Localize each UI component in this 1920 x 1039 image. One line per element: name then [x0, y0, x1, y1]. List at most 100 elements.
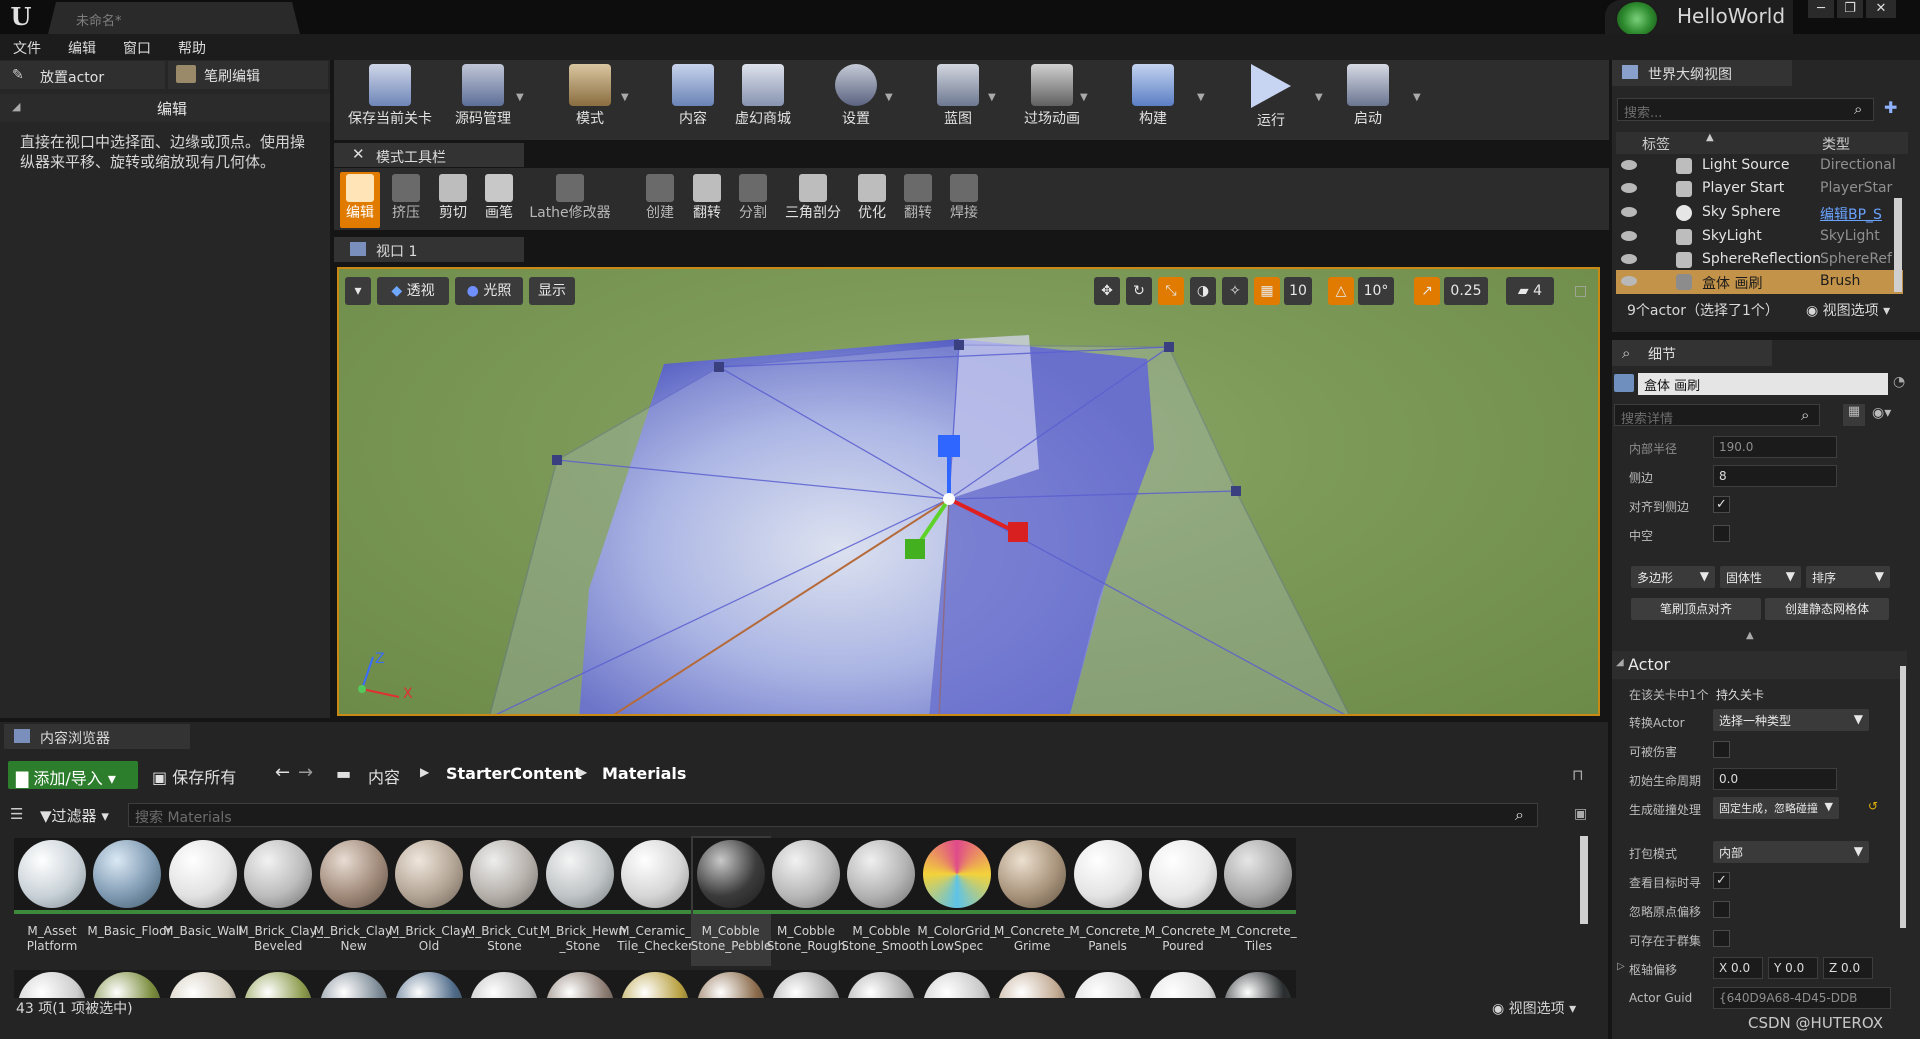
perspective-button[interactable]: ◆ 透视	[377, 277, 449, 305]
sides-field[interactable]: 8	[1713, 465, 1837, 487]
asset-tile[interactable]	[843, 970, 920, 998]
settings-button[interactable]: 设置	[821, 60, 891, 138]
asset-tile[interactable]	[541, 970, 618, 998]
menu-window[interactable]: 窗口	[123, 38, 151, 58]
modes-button[interactable]: 模式	[555, 60, 625, 138]
eye-icon[interactable]	[1621, 276, 1637, 286]
outliner-row[interactable]: Light Source Directional	[1616, 154, 1903, 178]
create-static-mesh-button[interactable]: 创建静态网格体	[1765, 598, 1889, 620]
hollow-checkbox[interactable]	[1713, 525, 1730, 542]
breadcrumb-content[interactable]: 内容	[368, 764, 400, 788]
col-label-header[interactable]: 标签	[1642, 134, 1670, 154]
asset-tile[interactable]	[391, 970, 467, 998]
content-search-input[interactable]: 搜索 Materials ⌕	[128, 803, 1538, 827]
chevron-down-icon[interactable]: ▼	[988, 92, 996, 103]
polygon-combo[interactable]: 多边形 ▼	[1631, 566, 1715, 588]
view-options-eye-icon[interactable]: ◉▾	[1872, 405, 1891, 421]
blueprints-button[interactable]: 蓝图	[923, 60, 993, 138]
rotation-snap-value[interactable]: 10°	[1358, 277, 1394, 305]
edit-section-header[interactable]: ◢ 编辑	[0, 94, 330, 122]
asset-tile[interactable]: M_ColorGrid_ LowSpec	[917, 836, 997, 966]
object-name-field[interactable]: 盒体 画刷	[1638, 373, 1888, 395]
menu-file[interactable]: 文件	[13, 38, 41, 58]
scale-snap-value[interactable]: 0.25	[1444, 277, 1488, 305]
sources-toggle-icon[interactable]: ☰	[10, 805, 23, 823]
chevron-down-icon[interactable]: ▼	[1315, 92, 1323, 103]
content-scrollbar[interactable]	[1580, 836, 1588, 924]
launch-button[interactable]: 启动	[1333, 60, 1403, 138]
tab-brush-edit[interactable]: 笔刷编辑	[168, 61, 328, 89]
property-matrix-icon[interactable]: ▦	[1843, 404, 1865, 426]
viewport-options-button[interactable]: ▾	[345, 277, 371, 305]
turn-button[interactable]: 翻转	[898, 172, 938, 228]
chevron-down-icon[interactable]: ▼	[1413, 92, 1421, 103]
solidity-combo[interactable]: 固体性 ▼	[1720, 566, 1801, 588]
marketplace-button[interactable]: 虚幻商城	[728, 60, 798, 138]
asset-tile[interactable]: M_Brick_Clay_ Beveled	[238, 836, 323, 966]
edit-mode-button[interactable]: 编辑	[340, 172, 380, 228]
align-brush-vertices-button[interactable]: 笔刷顶点对齐	[1631, 598, 1761, 620]
asset-tile[interactable]	[994, 970, 1071, 998]
optimize-button[interactable]: 优化	[852, 172, 892, 228]
weld-button[interactable]: 焊接	[944, 172, 984, 228]
menu-help[interactable]: 帮助	[178, 38, 206, 58]
content-button[interactable]: 内容	[658, 60, 728, 138]
reset-arrow-icon[interactable]: ↺	[1868, 799, 1878, 813]
outliner-view-options[interactable]: ◉ 视图选项 ▾	[1806, 300, 1890, 320]
asset-tile[interactable]: M_Cobble Stone_Pebble	[690, 836, 771, 966]
asset-tile[interactable]	[1145, 970, 1221, 998]
asset-tile[interactable]	[14, 970, 90, 998]
pen-button[interactable]: 画笔	[479, 172, 519, 228]
convert-actor-combo[interactable]: 选择一种类型 ▼	[1713, 709, 1869, 731]
eye-icon[interactable]	[1621, 160, 1637, 170]
asset-tile[interactable]: M_Basic_Wall	[163, 836, 243, 966]
asset-tile[interactable]: M_Brick_Hewn _Stone	[540, 836, 626, 966]
asset-tile[interactable]	[164, 970, 241, 998]
scale-snap-icon[interactable]: ↗	[1414, 277, 1440, 305]
breadcrumb-materials[interactable]: Materials	[602, 764, 686, 783]
asset-tile[interactable]: M_Brick_Clay_ New	[314, 836, 398, 966]
asset-tile[interactable]	[692, 970, 769, 998]
asset-tile[interactable]	[315, 970, 392, 998]
scale-tool-icon[interactable]: ⤡	[1158, 277, 1184, 305]
grid-snap-value[interactable]: 10	[1284, 277, 1312, 305]
asset-tile[interactable]	[240, 970, 317, 998]
asset-tile[interactable]: M_Basic_Floor	[87, 836, 171, 966]
eye-icon[interactable]	[1621, 207, 1637, 217]
save-search-icon[interactable]: ▣	[1574, 806, 1587, 822]
asset-tile[interactable]: M_Brick_Clay_ Old	[389, 836, 474, 966]
tab-viewport[interactable]: 视口 1	[334, 237, 524, 262]
actor-guid-field[interactable]: {640D9A68-4D45-DDB	[1713, 987, 1891, 1009]
actor-section-header[interactable]: ◢ Actor	[1612, 651, 1907, 679]
asset-tile[interactable]	[918, 970, 995, 998]
asset-tile[interactable]: M_Cobble Stone_Smooth	[841, 836, 928, 966]
order-combo[interactable]: 排序 ▼	[1806, 566, 1890, 588]
inner-radius-field[interactable]: 190.0	[1713, 436, 1837, 458]
lock-icon[interactable]: ◔	[1893, 374, 1905, 390]
eye-icon[interactable]	[1621, 254, 1637, 264]
unreal-logo-icon[interactable]: U	[6, 2, 36, 32]
asset-tile[interactable]	[1069, 970, 1146, 998]
outliner-row-selected[interactable]: 盒体 画刷 Brush	[1616, 270, 1903, 294]
pivot-z-field[interactable]: Z 0.0	[1823, 957, 1873, 979]
maximize-button[interactable]: ❐	[1837, 0, 1863, 18]
grid-snap-icon[interactable]: ▦	[1254, 277, 1280, 305]
extrude-button[interactable]: 挤压	[386, 172, 426, 228]
edit-blueprint-link[interactable]: 编辑BP_S	[1820, 204, 1882, 224]
cut-button[interactable]: 剪切	[433, 172, 473, 228]
split-button[interactable]: 分割	[733, 172, 773, 228]
can-be-damaged-checkbox[interactable]	[1713, 741, 1730, 758]
pivot-y-field[interactable]: Y 0.0	[1768, 957, 1818, 979]
outliner-row[interactable]: Sky Sphere 编辑BP_S	[1616, 201, 1903, 225]
spawn-collision-combo[interactable]: 固定生成，忽略碰撞 ▼	[1713, 797, 1839, 819]
asset-tile[interactable]	[768, 970, 844, 998]
asset-tile[interactable]: M_Brick_Cut_ Stone	[464, 836, 544, 966]
chevron-down-icon[interactable]: ▼	[885, 92, 893, 103]
chevron-down-icon[interactable]: ▼	[516, 92, 524, 103]
packaging-mode-combo[interactable]: 内部 ▼	[1713, 841, 1869, 863]
lighting-button[interactable]: ● 光照	[455, 277, 523, 305]
lock-icon[interactable]: ⊓	[1572, 766, 1584, 784]
asset-tile[interactable]	[1220, 970, 1297, 998]
content-view-options[interactable]: ◉ 视图选项 ▾	[1492, 998, 1576, 1018]
chevron-down-icon[interactable]: ▼	[1197, 92, 1205, 103]
